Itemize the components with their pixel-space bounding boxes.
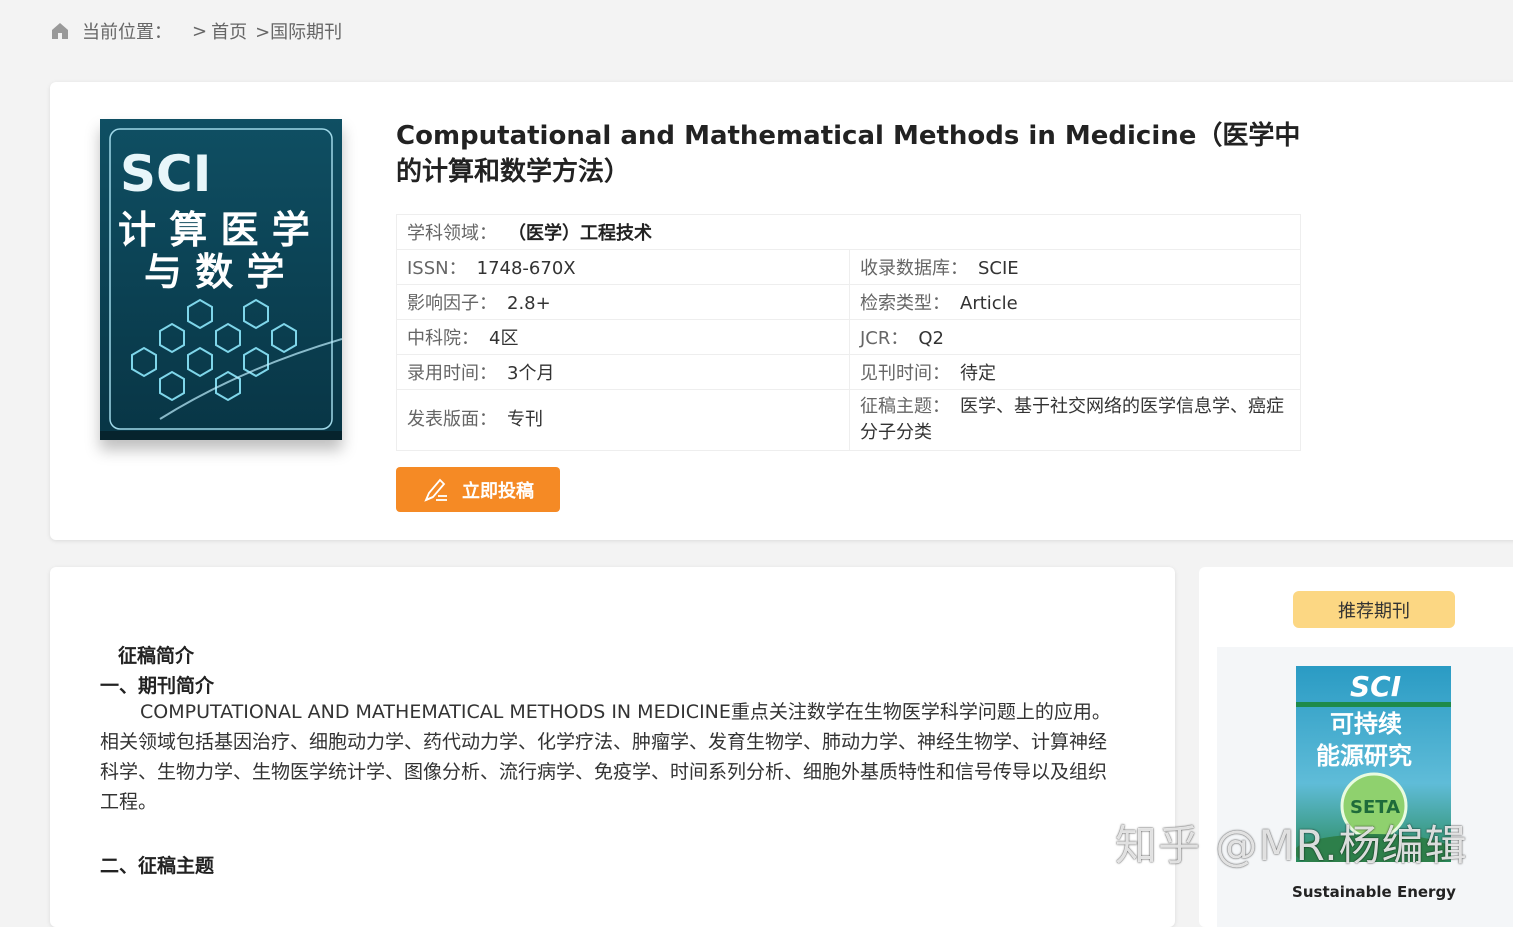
submit-manuscript-label: 立即投稿 xyxy=(462,480,534,502)
layout-cell: 发表版面： 专刊 xyxy=(396,389,850,451)
journal-intro-heading: 一、期刊简介 xyxy=(100,675,215,697)
impact-cell: 影响因子： 2.8+ xyxy=(396,284,850,320)
issn-label: ISSN： xyxy=(407,258,467,279)
cas-value: 4区 xyxy=(489,328,519,349)
journal-info-table: 学科领域： （医学）工程技术 ISSN： 1748-670X 收录数据库： SCIE … xyxy=(396,214,1301,451)
database-cell: 收录数据库： SCIE xyxy=(849,249,1301,285)
layout-value: 专刊 xyxy=(507,409,543,430)
breadcrumb: 当前位置： > 首页 >国际期刊 xyxy=(50,18,342,44)
subject-label: 学科领域： xyxy=(407,223,497,244)
accept-time-value: 3个月 xyxy=(507,363,555,384)
impact-value: 2.8+ xyxy=(507,293,551,314)
call-for-papers-card: 征稿简介 一、期刊简介 COMPUTATIONAL AND MATHEMATIC… xyxy=(50,567,1175,927)
rec-cover-line1: 可持续 xyxy=(1330,710,1402,738)
call-for-papers-title: 征稿简介 xyxy=(118,645,195,667)
breadcrumb-current: >国际期刊 xyxy=(255,22,343,43)
breadcrumb-separator: > xyxy=(192,20,208,42)
journal-intro-text: COMPUTATIONAL AND MATHEMATICAL METHODS I… xyxy=(100,701,1111,813)
recommend-sidebar: 推荐期刊 SCI 可持续 能源研究 SETA Sustainable Energ… xyxy=(1199,567,1513,927)
jcr-cell: JCR： Q2 xyxy=(849,319,1301,355)
journal-card: SCI 计 算 医 学 与 数 学 Computational and Math… xyxy=(50,82,1513,540)
impact-label: 影响因子： xyxy=(407,293,497,314)
publish-time-cell: 见刊时间： 待定 xyxy=(849,354,1301,390)
journal-title: Computational and Mathematical Methods i… xyxy=(396,121,1301,187)
subject-cell: 学科领域： （医学）工程技术 xyxy=(396,214,1301,250)
search-type-label: 检索类型： xyxy=(860,293,950,314)
database-value: SCIE xyxy=(978,258,1019,279)
jcr-label: JCR： xyxy=(860,328,909,349)
topics-cell: 征稿主题： 医学、基于社交网络的医学信息学、癌症分子分类 xyxy=(849,389,1301,451)
layout-label: 发表版面： xyxy=(407,409,497,430)
publish-time-value: 待定 xyxy=(960,363,996,384)
pen-icon xyxy=(424,478,447,502)
issn-cell: ISSN： 1748-670X xyxy=(396,249,850,285)
journal-cover-image: SCI 计 算 医 学 与 数 学 xyxy=(100,119,342,440)
publish-time-label: 见刊时间： xyxy=(860,363,950,384)
call-topics-heading: 二、征稿主题 xyxy=(100,855,215,877)
cover-badge-text: SCI xyxy=(120,145,211,203)
accept-time-cell: 录用时间： 3个月 xyxy=(396,354,850,390)
search-type-value: Article xyxy=(960,293,1018,314)
subject-value: （医学）工程技术 xyxy=(517,223,652,244)
zhihu-watermark: 知乎 @MR.杨编辑 xyxy=(1115,821,1468,870)
cover-line1-text: 计 算 医 学 xyxy=(118,208,310,252)
issn-value: 1748-670X xyxy=(476,258,576,279)
search-type-cell: 检索类型： Article xyxy=(849,284,1301,320)
cover-line2-text: 与 数 学 xyxy=(144,250,284,294)
rec-cover-badge: SCI xyxy=(1350,670,1401,703)
accept-time-label: 录用时间： xyxy=(407,363,497,384)
home-icon[interactable] xyxy=(50,21,70,41)
cas-label: 中科院： xyxy=(407,328,479,349)
cas-cell: 中科院： 4区 xyxy=(396,319,850,355)
recommended-journal-title[interactable]: Sustainable Energy xyxy=(1259,883,1489,901)
topics-label: 征稿主题： xyxy=(860,396,950,417)
breadcrumb-home-link[interactable]: 首页 xyxy=(211,18,247,44)
jcr-value: Q2 xyxy=(918,328,945,349)
database-label: 收录数据库： xyxy=(860,258,968,279)
submit-manuscript-button[interactable]: 立即投稿 xyxy=(396,467,560,512)
rec-cover-line2: 能源研究 xyxy=(1316,742,1412,770)
location-label: 当前位置： xyxy=(82,22,172,43)
recommend-journals-tab[interactable]: 推荐期刊 xyxy=(1293,591,1455,628)
